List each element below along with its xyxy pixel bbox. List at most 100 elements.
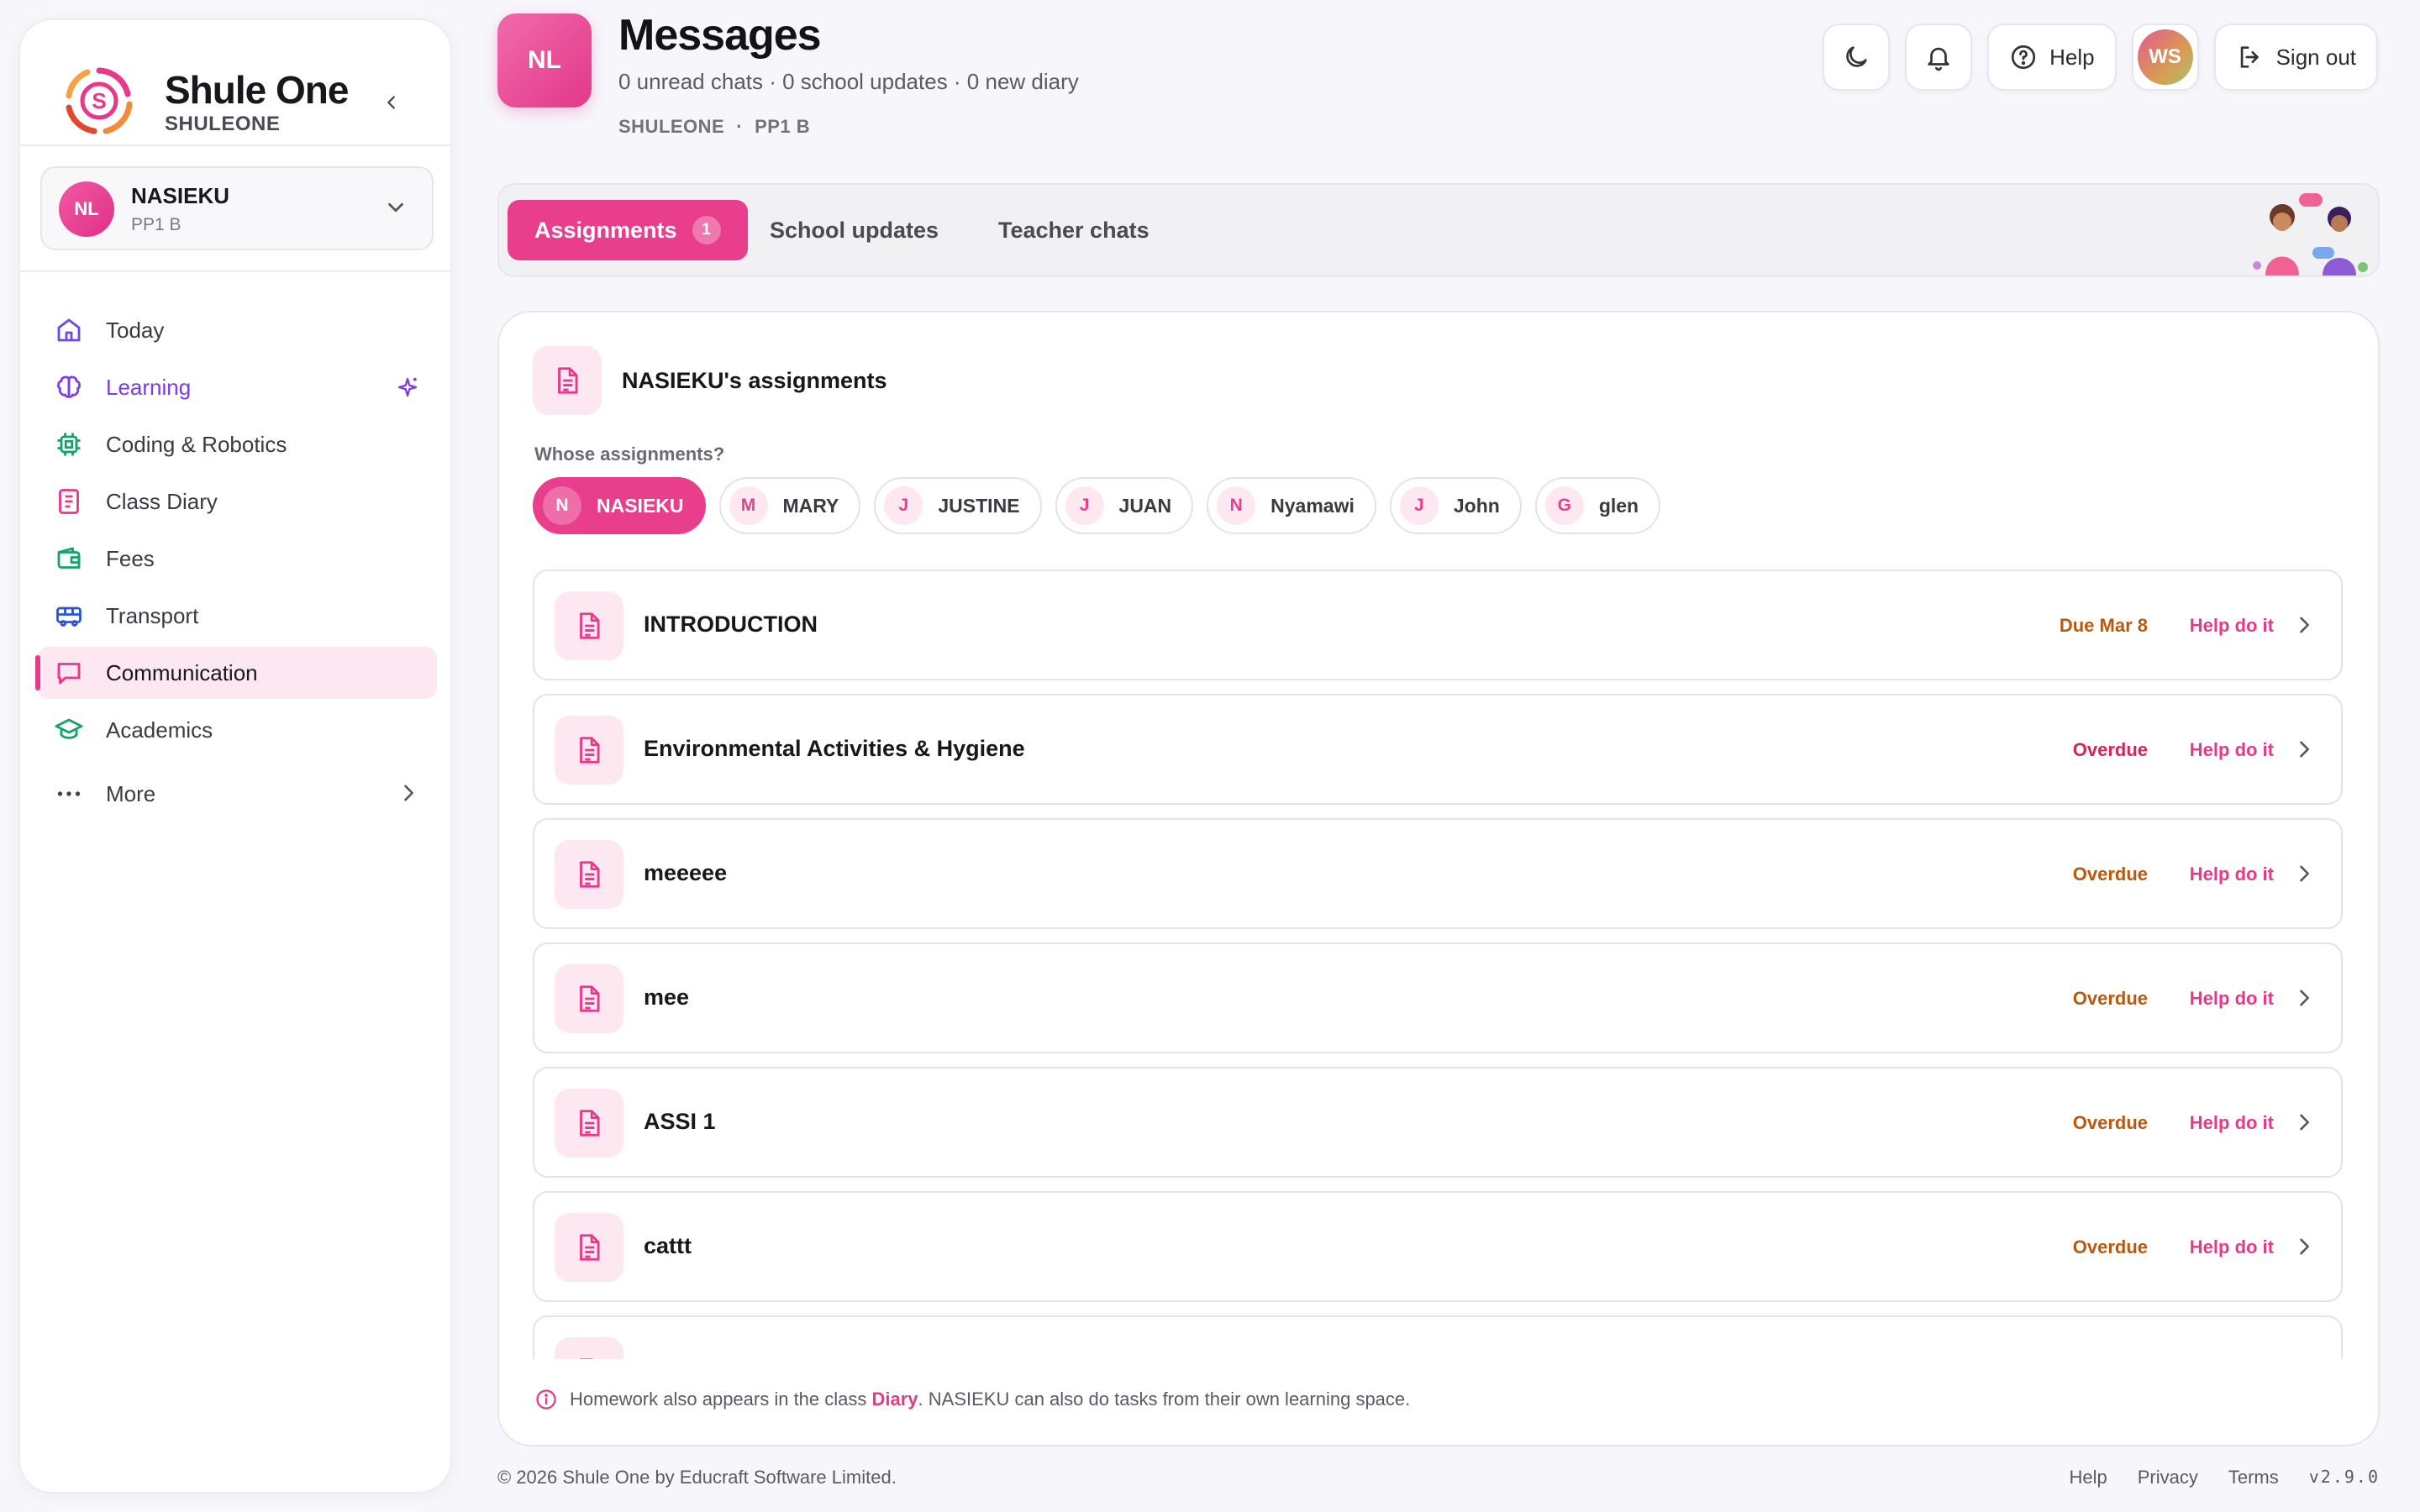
footer-link-help[interactable]: Help [2069,1467,2107,1488]
breadcrumb-item: PP1 B [755,116,811,137]
sidebar-item-coding-robotics[interactable]: Coding & Robotics [37,418,437,470]
assignment-row[interactable]: ASSI 1 Overdue Help do it [533,1067,2343,1178]
document-icon-tile [555,1213,623,1282]
more-dots-icon [57,791,81,796]
child-chip-mary[interactable]: M MARY [718,477,861,534]
child-chip-glen[interactable]: Gglen [1534,477,1661,534]
assignment-status: Overdue [2072,1236,2148,1257]
moon-icon [1846,46,1867,67]
people-chatting-illustration [2253,193,2368,276]
child-initial: J [1065,486,1104,525]
document-icon [558,367,578,394]
assignment-status: Overdue [2072,988,2148,1009]
tab-assignments[interactable]: Assignments 1 [508,200,748,260]
tab-count-badge: 1 [692,216,721,244]
footer-link-privacy[interactable]: Privacy [2138,1467,2198,1488]
breadcrumb-separator: · [736,116,744,137]
document-icon [580,737,600,764]
footer-link-terms[interactable]: Terms [2228,1467,2279,1488]
help-button[interactable]: Help [1987,24,2117,91]
student-class: PP1 B [131,215,182,234]
sidebar-item-label: Learning [106,374,192,400]
assignment-row[interactable]: INTRODUCTION Due Mar 8 Help do it [533,570,2343,680]
sidebar-item-label: Coding & Robotics [106,431,287,457]
assignment-status: Overdue [2072,739,2148,760]
user-menu-button[interactable]: WS [2131,24,2199,91]
brain-icon [57,375,81,398]
child-chip-john[interactable]: J John [1389,477,1522,534]
sign-out-label: Sign out [2275,44,2356,70]
copyright: © 2026 Shule One by Educraft Software Li… [497,1467,897,1488]
brand-subtitle: SHULEONE [165,113,281,135]
assignment-row[interactable]: cattt Overdue Help do it [533,1191,2343,1302]
notifications-button[interactable] [1905,24,1973,91]
info-icon [536,1389,556,1410]
child-initial: N [1217,486,1256,525]
sidebar-item-academics[interactable]: Academics [37,704,437,756]
sidebar-item-learning[interactable]: Learning [37,361,437,413]
message-tabs: Assignments 1 School updates Teacher cha… [497,183,2380,277]
sidebar: S Shule One SHULEONE NL NASIEKU PP1 B To… [18,18,452,1494]
sign-out-icon [2240,46,2259,68]
tab-teacher-chats[interactable]: Teacher chats [971,200,1176,260]
assignment-row[interactable] [533,1315,2343,1359]
note-text: . NASIEKU can also do tasks from their o… [918,1389,1411,1410]
child-initial: J [1399,486,1439,525]
assignment-row[interactable]: Environmental Activities & Hygiene Overdu… [533,694,2343,805]
document-icon-tile [555,964,623,1033]
student-switcher[interactable]: NL NASIEKU PP1 B [40,166,434,250]
whose-assignments-label: Whose assignments? [534,444,725,465]
tab-label: Teacher chats [998,217,1150,243]
student-name: NASIEKU [131,183,230,208]
document-icon-tile [555,840,623,909]
sparkle-icon [397,377,418,397]
student-avatar: NL [59,181,114,237]
help-do-it-button[interactable]: Help do it [2190,615,2274,637]
help-do-it-button[interactable]: Help do it [2190,864,2274,885]
assignment-row[interactable]: meeeee Overdue Help do it [533,818,2343,929]
assignment-title: ASSI 1 [644,1109,716,1134]
collapse-sidebar-button[interactable] [375,86,408,119]
sidebar-item-label: More [106,780,156,806]
sidebar-item-fees[interactable]: Fees [37,533,437,585]
diary-link[interactable]: Diary [872,1389,918,1410]
sign-out-button[interactable]: Sign out [2213,24,2378,91]
chevron-down-icon [388,202,403,213]
graduation-cap-icon [55,718,83,739]
note-text: Homework also appears in the class [570,1389,872,1410]
sidebar-item-communication[interactable]: Communication [35,647,437,699]
help-do-it-button[interactable]: Help do it [2190,1236,2274,1258]
chevron-right-icon [2300,865,2309,882]
child-name: JUSTINE [938,494,1020,517]
document-icon [580,861,600,888]
help-do-it-button[interactable]: Help do it [2190,739,2274,761]
tab-school-updates[interactable]: School updates [743,200,965,260]
assignment-title: INTRODUCTION [644,612,818,637]
child-chip-justine[interactable]: J JUSTINE [874,477,1042,534]
chevron-right-icon [404,785,413,801]
sidebar-item-label: Today [106,317,165,343]
child-chip-nasieku[interactable]: N NASIEKU [533,477,706,534]
chevron-right-icon [2300,990,2309,1006]
sidebar-item-label: Academics [106,717,213,743]
user-avatar: WS [2137,29,2193,85]
assignment-status: Overdue [2072,864,2148,885]
sidebar-nav: Today Learning Coding & Robotics Class D… [35,304,437,825]
chevron-left-icon [387,96,395,109]
breadcrumb: SHULEONE · PP1 B [618,116,810,138]
child-name: NASIEKU [597,494,684,517]
assignment-row[interactable]: mee Overdue Help do it [533,942,2343,1053]
assignment-title: meeeee [644,860,728,885]
child-chip-juan[interactable]: J JUAN [1055,477,1194,534]
theme-toggle-button[interactable] [1823,24,1891,91]
child-name: John [1453,494,1500,517]
brand: S Shule One SHULEONE [44,42,430,160]
help-do-it-button[interactable]: Help do it [2190,988,2274,1010]
sidebar-item-transport[interactable]: Transport [37,590,437,642]
sidebar-item-more[interactable]: More [37,768,437,820]
sidebar-item-class-diary[interactable]: Class Diary [37,475,437,528]
help-do-it-button[interactable]: Help do it [2190,1112,2274,1134]
assignment-status: Overdue [2072,1112,2148,1133]
sidebar-item-today[interactable]: Today [37,304,437,356]
child-chip-nyamawi[interactable]: N Nyamawi [1207,477,1376,534]
